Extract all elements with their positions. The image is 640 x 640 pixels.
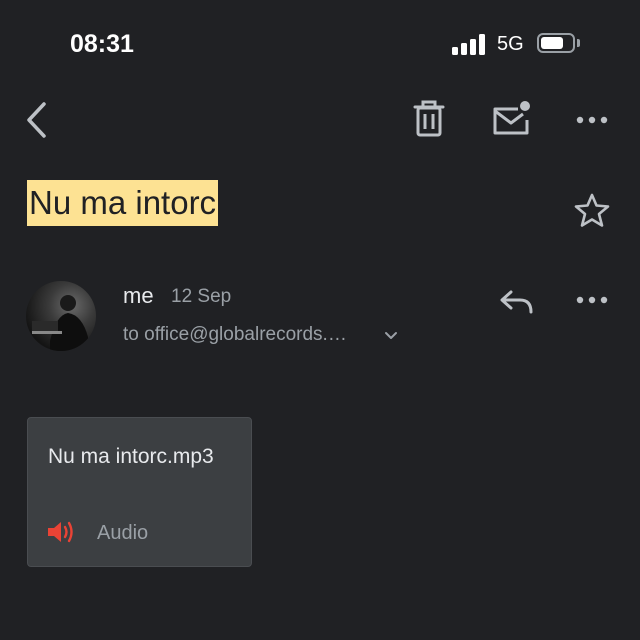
delete-icon[interactable] [410,99,448,139]
audio-icon [48,521,73,543]
more-icon[interactable] [574,290,610,310]
more-icon[interactable] [574,110,610,130]
recipient-details[interactable]: to office@globalrecords.… [123,324,347,346]
avatar-photo [32,295,88,351]
status-time: 08:31 [70,30,134,58]
attachment-type: Audio [97,522,149,544]
mark-unread-icon[interactable] [490,100,532,138]
battery-level [541,37,563,49]
star-icon[interactable] [573,192,611,228]
network-label: 5G [497,33,524,55]
sender-name[interactable]: me [123,283,154,309]
email-screen: 08:31 5G Nu ma intorc me 12 Sep to offic… [0,0,640,640]
email-date: 12 Sep [171,286,232,307]
reply-icon[interactable] [498,288,536,316]
signal-icon [452,33,488,55]
email-subject: Nu ma intorc [27,180,219,226]
battery-tip [577,39,580,47]
back-icon[interactable] [24,100,50,140]
avatar[interactable] [26,281,96,351]
battery-icon [537,33,575,53]
chevron-down-icon[interactable] [383,329,399,343]
attachment-filename: Nu ma intorc.mp3 [48,445,214,468]
attachment-card[interactable]: Nu ma intorc.mp3 Audio [27,417,252,567]
